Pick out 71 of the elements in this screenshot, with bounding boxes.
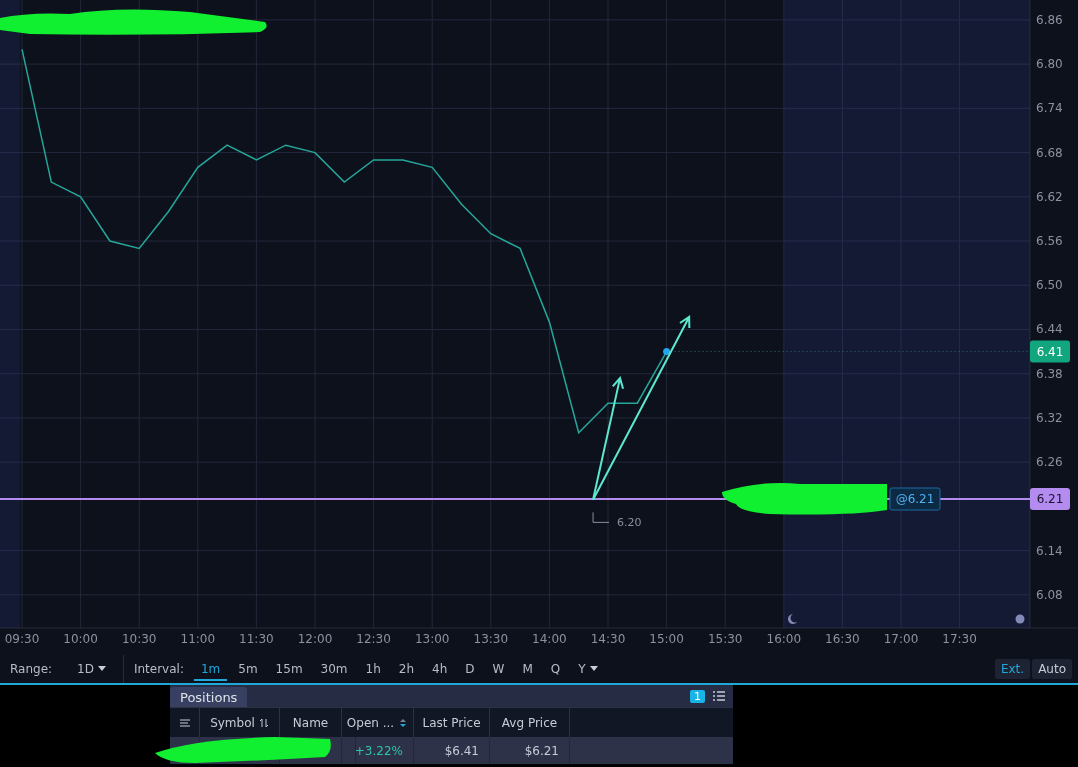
sun-icon [1015, 614, 1025, 624]
price-axis-label: 6.80 [1036, 57, 1063, 72]
last-price-dot [663, 348, 671, 356]
trend-arrow[interactable] [592, 376, 625, 501]
time-axis-label: 09:30 [4, 632, 40, 646]
sort-icon[interactable] [398, 717, 409, 728]
low-price-label: 6.20 [617, 516, 642, 530]
time-axis-label: 12:30 [356, 632, 391, 646]
menu-icon[interactable] [179, 717, 190, 728]
price-axis-label: 6.32 [1036, 410, 1063, 425]
price-axis-label: 6.86 [1036, 12, 1063, 27]
interval-option[interactable]: 1m [193, 657, 228, 681]
range-label: Range: [10, 662, 53, 676]
sort-icon[interactable] [258, 717, 269, 728]
time-axis-label: 15:30 [707, 632, 743, 646]
time-axis-label: 11:00 [180, 632, 216, 646]
time-axis-label: 14:30 [590, 632, 626, 646]
time-axis-label: 16:30 [825, 632, 860, 646]
trend-arrow[interactable] [592, 315, 691, 501]
time-axis-label: 17:30 [942, 632, 977, 646]
price-axis-label: 6.56 [1036, 234, 1063, 249]
chart-mode-button[interactable]: Ext. [994, 659, 1031, 679]
price-axis-label: 6.38 [1036, 366, 1063, 381]
count-badge: 1 [690, 689, 705, 703]
table-cell: $6.21 [490, 737, 570, 764]
price-axis-label: 6.62 [1036, 189, 1063, 204]
interval-option[interactable]: 5m [231, 657, 265, 681]
interval-option[interactable]: 15m [268, 657, 310, 681]
price-axis-label: 6.74 [1036, 101, 1063, 116]
interval-option[interactable]: 2h [391, 657, 422, 681]
interval-option[interactable]: D [458, 657, 482, 681]
time-axis-label: 15:00 [649, 632, 684, 646]
moon-icon [788, 614, 797, 624]
time-axis-label: 10:00 [63, 632, 98, 646]
time-axis-label: 16:00 [766, 632, 802, 646]
interval-option[interactable]: M [515, 657, 540, 681]
price-axis-label: 6.68 [1036, 145, 1063, 160]
interval-option[interactable]: 30m [313, 657, 355, 681]
order-tag[interactable] [889, 487, 941, 511]
interval-option[interactable]: Y [571, 657, 605, 681]
interval-option[interactable]: Q [543, 657, 568, 681]
table-cell: +3.22% [342, 737, 414, 764]
price-axis-label: 6.14 [1036, 543, 1063, 558]
positions-tab[interactable]: Positions [170, 687, 248, 707]
interval-option[interactable]: 4h [425, 657, 455, 681]
time-axis-label: 11:30 [239, 632, 274, 646]
interval-option[interactable]: 1h [358, 657, 388, 681]
position-price-label: 6.21 [1036, 492, 1064, 506]
time-axis-label: 13:00 [414, 632, 450, 646]
low-marker-icon [592, 511, 610, 523]
order-tag-label: @6.21 [895, 492, 935, 506]
chart-mode-button[interactable]: Auto [1032, 659, 1072, 679]
time-axis-label: 10:30 [121, 632, 157, 646]
position-price-badge [1030, 488, 1070, 510]
range-dropdown[interactable]: 1D [70, 657, 113, 681]
caret-icon [97, 666, 106, 672]
last-price-label: 6.41 [1036, 344, 1064, 359]
caret-icon [589, 666, 598, 672]
price-axis-label: 6.26 [1036, 455, 1063, 470]
time-axis-label: 12:00 [297, 632, 333, 646]
interval-option[interactable]: W [485, 657, 512, 681]
price-axis-label: 6.08 [1036, 587, 1063, 602]
interval-label: Interval: [133, 662, 184, 676]
table-cell: $6.41 [414, 737, 490, 764]
time-axis-label: 13:30 [473, 632, 509, 646]
time-axis-label: 17:00 [883, 632, 919, 646]
time-axis-label: 14:00 [532, 632, 567, 646]
list-icon[interactable] [713, 691, 725, 701]
price-axis-label: 6.50 [1036, 278, 1063, 293]
last-price-badge [1030, 340, 1070, 363]
price-axis-label: 6.44 [1036, 322, 1063, 337]
